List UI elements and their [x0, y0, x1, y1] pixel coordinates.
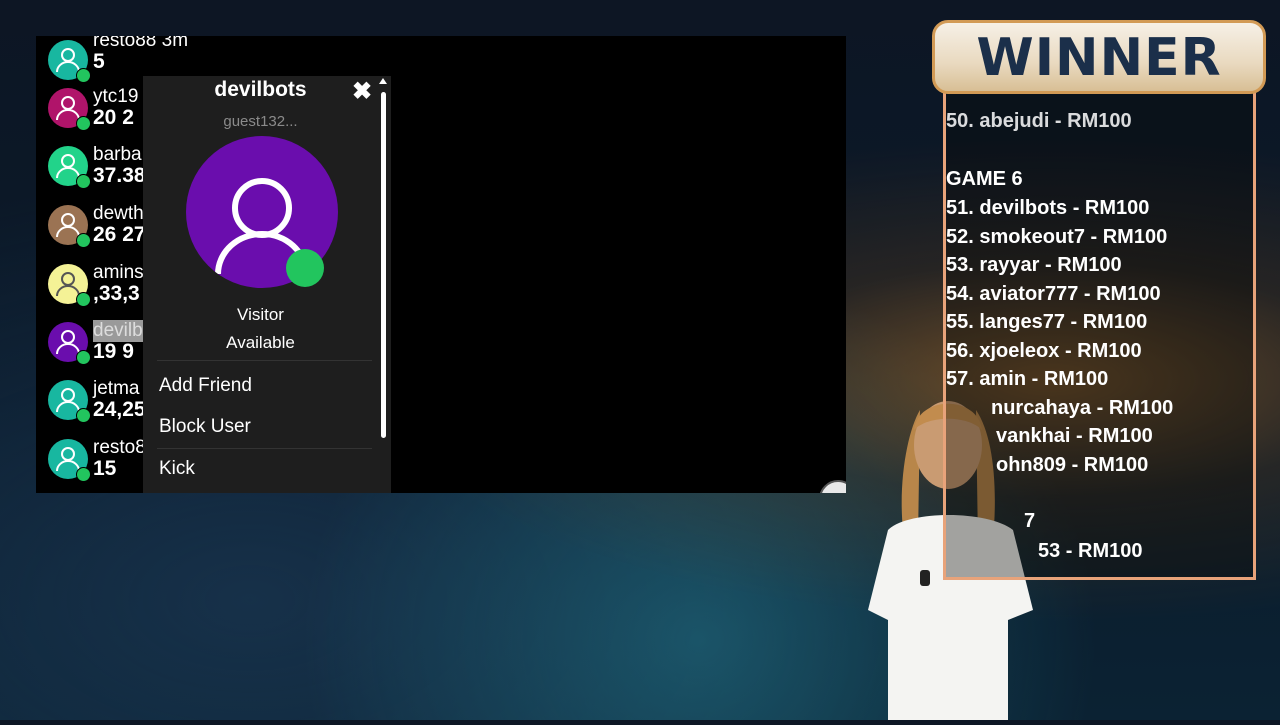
winner-list-board: 50. abejudi - RM100 GAME 6 51. devilbots…	[943, 88, 1256, 580]
online-status-dot	[286, 249, 324, 287]
winner-line: 54. aviator777 - RM100	[946, 283, 1161, 305]
profile-role: Visitor	[237, 305, 284, 324]
scroll-up-arrow-icon[interactable]	[379, 78, 387, 84]
winner-line: 50. abejudi - RM100	[946, 110, 1132, 132]
username: jetma	[93, 378, 140, 399]
profile-guest-id: guest132...	[223, 113, 298, 130]
user-stat: 24,25	[93, 398, 146, 421]
user-stat: 15	[93, 457, 117, 480]
user-stat: 5	[93, 50, 105, 73]
kick-button[interactable]: Kick	[159, 458, 195, 480]
online-status-dot	[76, 116, 91, 131]
user-stat: 26 27	[93, 223, 146, 246]
scroll-down-button[interactable]	[819, 480, 846, 493]
divider	[157, 360, 372, 361]
user-stat: 20 2	[93, 106, 134, 129]
popup-scrollbar[interactable]	[381, 92, 386, 438]
divider	[157, 448, 372, 449]
user-stat: 19 9	[93, 340, 134, 363]
username: dewth	[93, 203, 144, 224]
profile-name: devilbots	[214, 78, 307, 101]
winner-line: 7	[1024, 510, 1036, 532]
user-profile-popup: devilbots ✖ guest132... Visitor Availabl…	[143, 76, 391, 493]
close-icon[interactable]: ✖	[350, 80, 374, 104]
winner-line: 53 - RM100	[1038, 540, 1143, 562]
username: devilb	[93, 320, 143, 342]
winner-line: vankhai - RM100	[996, 425, 1153, 447]
game-header: GAME 6	[946, 168, 1023, 190]
add-friend-button[interactable]: Add Friend	[159, 375, 252, 397]
winner-title: WINNER	[976, 28, 1222, 88]
username: resto88 3m	[93, 36, 189, 51]
winner-line: nurcahaya - RM100	[991, 397, 1174, 419]
online-status-dot	[76, 68, 91, 83]
winner-line: 52. smokeout7 - RM100	[946, 226, 1168, 248]
winner-line: 56. xjoeleox - RM100	[946, 340, 1142, 362]
online-status-dot	[76, 174, 91, 189]
user-stat: 37.38	[93, 164, 146, 187]
online-status-dot	[76, 292, 91, 307]
profile-status: Available	[226, 333, 295, 352]
winner-banner: WINNER	[932, 20, 1266, 94]
username: barba	[93, 144, 142, 165]
online-status-dot	[76, 467, 91, 482]
online-status-dot	[76, 233, 91, 248]
winner-line: 51. devilbots - RM100	[946, 197, 1150, 219]
username: resto8	[93, 437, 146, 458]
username: amins	[93, 262, 144, 283]
chevron-down-icon	[821, 482, 846, 493]
winner-line: ohn809 - RM100	[996, 454, 1149, 476]
block-user-button[interactable]: Block User	[159, 416, 251, 438]
online-status-dot	[76, 408, 91, 423]
winner-line: 57. amin - RM100	[946, 368, 1109, 390]
user-stat: ,33,3	[93, 282, 140, 305]
winner-line: 53. rayyar - RM100	[946, 254, 1122, 276]
winner-line: 55. langes77 - RM100	[946, 311, 1148, 333]
username: ytc19	[93, 86, 139, 107]
online-status-dot	[76, 350, 91, 365]
